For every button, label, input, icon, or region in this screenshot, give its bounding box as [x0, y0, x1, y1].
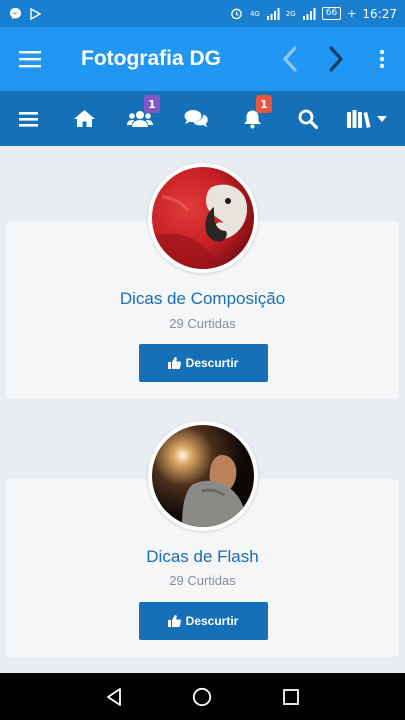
- network-label-2: 2G: [285, 9, 296, 18]
- library-icon: [347, 109, 371, 128]
- app-bar: Fotografia DG: [0, 27, 405, 91]
- menu-icon: [18, 111, 38, 127]
- battery-level: 66: [321, 7, 342, 20]
- toolbar-chat-button[interactable]: [168, 91, 224, 146]
- content-area: Dicas de Composição 29 Curtidas Descurti…: [0, 146, 405, 673]
- likes-count: 29 Curtidas: [169, 316, 236, 331]
- likes-count: 29 Curtidas: [169, 573, 236, 588]
- more-vert-icon: [379, 49, 385, 69]
- system-navigation-bar: [0, 673, 405, 720]
- system-home-button[interactable]: [182, 677, 222, 717]
- chevron-down-icon: [377, 115, 387, 122]
- members-badge: 1: [144, 95, 160, 113]
- search-icon: [298, 109, 318, 129]
- signal-icon: [302, 7, 316, 21]
- alarm-icon: [230, 7, 244, 21]
- back-button[interactable]: [267, 27, 313, 91]
- card-title[interactable]: Dicas de Composição: [6, 289, 399, 309]
- flash-portrait-photo: [151, 425, 254, 527]
- network-label-1: 4G: [249, 9, 260, 18]
- status-bar: 4G 2G 66 + 16:27: [0, 0, 405, 27]
- toolbar-members-button[interactable]: 1: [112, 91, 168, 146]
- toolbar-alerts-button[interactable]: 1: [224, 91, 280, 146]
- recents-square-icon: [282, 688, 299, 705]
- system-recents-button[interactable]: [271, 677, 311, 717]
- messenger-icon: [8, 7, 22, 21]
- card-title[interactable]: Dicas de Flash: [6, 547, 399, 567]
- overflow-menu-button[interactable]: [359, 27, 405, 91]
- unlike-button-label: Descurtir: [185, 614, 239, 628]
- signal-icon: [266, 7, 280, 21]
- play-icon: [28, 7, 42, 21]
- unlike-button-label: Descurtir: [185, 356, 239, 370]
- thumbs-up-icon: [167, 615, 181, 627]
- forum-toolbar: 1 1: [0, 91, 405, 146]
- menu-button[interactable]: [0, 27, 60, 91]
- page-title: Fotografia DG: [81, 47, 221, 70]
- charging-icon: +: [347, 7, 357, 20]
- unlike-button[interactable]: Descurtir: [138, 602, 268, 640]
- forward-button[interactable]: [313, 27, 359, 91]
- alerts-badge: 1: [256, 95, 272, 113]
- home-icon: [73, 110, 95, 127]
- back-icon: [283, 46, 297, 72]
- system-back-button[interactable]: [94, 677, 134, 717]
- thumbs-up-icon: [167, 357, 181, 369]
- chat-icon: [184, 110, 208, 127]
- toolbar-library-button[interactable]: [336, 91, 398, 146]
- unlike-button[interactable]: Descurtir: [138, 344, 268, 382]
- menu-icon: [19, 51, 41, 68]
- home-circle-icon: [193, 687, 212, 706]
- avatar[interactable]: [147, 163, 258, 273]
- toolbar-menu-button[interactable]: [0, 91, 56, 146]
- back-triangle-icon: [107, 687, 122, 706]
- parrot-photo: [151, 167, 254, 269]
- clock: 16:27: [362, 6, 397, 21]
- toolbar-search-button[interactable]: [280, 91, 336, 146]
- forward-icon: [329, 46, 343, 72]
- avatar[interactable]: [147, 421, 258, 531]
- toolbar-home-button[interactable]: [56, 91, 112, 146]
